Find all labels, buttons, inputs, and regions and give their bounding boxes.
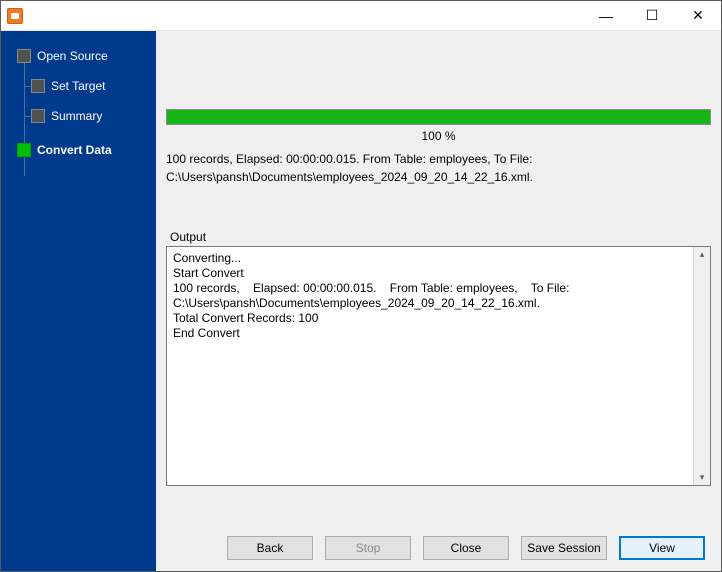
main-area: Open Source Set Target Summary Convert D…	[1, 31, 721, 571]
minimize-button[interactable]: —	[583, 1, 629, 30]
sidebar-item-convert-data[interactable]: Convert Data	[1, 135, 156, 165]
progress-section: 100 %	[156, 31, 721, 149]
app-icon	[7, 8, 23, 24]
titlebar: — ☐ ✕	[1, 1, 721, 31]
summary-line-1: 100 records, Elapsed: 00:00:00.015. From…	[156, 149, 721, 167]
window-controls: — ☐ ✕	[583, 1, 721, 30]
view-button[interactable]: View	[619, 536, 705, 560]
maximize-button[interactable]: ☐	[629, 1, 675, 30]
sidebar-item-summary[interactable]: Summary	[1, 101, 156, 131]
sidebar-item-set-target[interactable]: Set Target	[1, 71, 156, 101]
app-window: — ☐ ✕ Open Source Set Target Summary	[0, 0, 722, 572]
close-window-button[interactable]: ✕	[675, 1, 721, 30]
scroll-down-icon[interactable]: ▾	[700, 472, 705, 483]
sidebar: Open Source Set Target Summary Convert D…	[1, 31, 156, 571]
sidebar-item-label: Summary	[51, 109, 102, 123]
sidebar-item-open-source[interactable]: Open Source	[1, 41, 156, 71]
summary-line-2: C:\Users\pansh\Documents\employees_2024_…	[156, 167, 721, 185]
sidebar-item-label: Open Source	[37, 49, 108, 63]
close-button[interactable]: Close	[423, 536, 509, 560]
stop-button: Stop	[325, 536, 411, 560]
content-panel: 100 % 100 records, Elapsed: 00:00:00.015…	[156, 31, 721, 571]
step-icon	[31, 109, 45, 123]
output-scrollbar[interactable]: ▴ ▾	[693, 247, 710, 485]
scroll-up-icon[interactable]: ▴	[700, 249, 705, 260]
progress-percent-label: 100 %	[166, 125, 711, 149]
step-icon	[17, 49, 31, 63]
sidebar-item-label: Convert Data	[37, 143, 112, 157]
footer-buttons: Back Stop Close Save Session View	[156, 525, 721, 571]
output-label: Output	[156, 185, 721, 246]
output-box: Converting... Start Convert 100 records,…	[166, 246, 711, 486]
progress-bar	[166, 109, 711, 125]
output-text[interactable]: Converting... Start Convert 100 records,…	[167, 247, 693, 485]
progress-bar-fill	[167, 110, 710, 124]
step-icon	[17, 143, 31, 157]
step-icon	[31, 79, 45, 93]
back-button[interactable]: Back	[227, 536, 313, 560]
sidebar-item-label: Set Target	[51, 79, 105, 93]
save-session-button[interactable]: Save Session	[521, 536, 607, 560]
